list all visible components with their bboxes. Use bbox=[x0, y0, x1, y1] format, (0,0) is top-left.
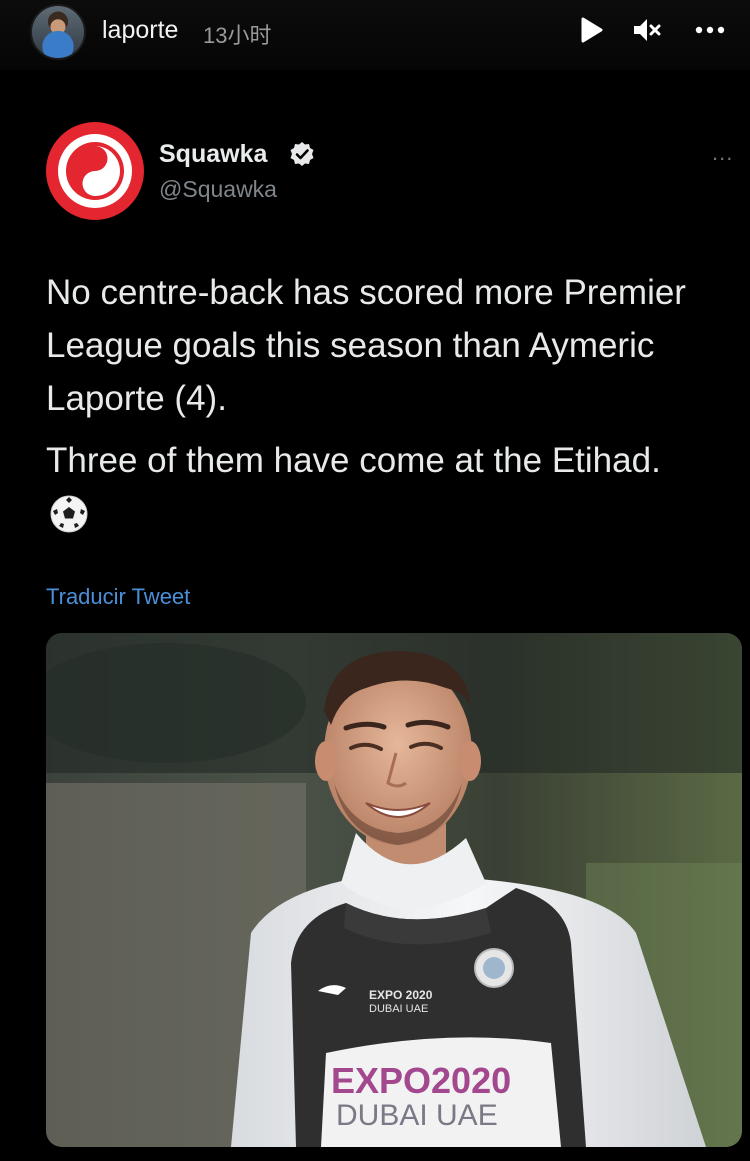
play-icon bbox=[581, 17, 603, 43]
bib-text-large-2: DUBAI UAE bbox=[336, 1099, 498, 1132]
squawka-logo-icon bbox=[46, 122, 144, 220]
squawka-logo[interactable] bbox=[46, 122, 144, 220]
tweet-author-name[interactable]: Squawka bbox=[159, 140, 267, 169]
verified-badge-icon bbox=[290, 142, 314, 166]
tweet-card: Squawka @Squawka ... No centre-back has … bbox=[0, 70, 750, 1161]
soccer-ball-icon bbox=[50, 495, 88, 533]
tweet-text-paragraph-2: Three of them have come at the Etihad. bbox=[46, 441, 661, 480]
tweet-text-paragraph-1: No centre-back has scored more Premier L… bbox=[46, 273, 686, 418]
bib-text-small-1: EXPO 2020 bbox=[369, 988, 433, 1002]
avatar[interactable] bbox=[30, 4, 86, 60]
mute-button[interactable] bbox=[630, 14, 662, 46]
tweet-more-menu[interactable]: ... bbox=[712, 142, 733, 164]
bib-text-large-1: EXPO2020 bbox=[331, 1060, 511, 1101]
instagram-story-viewer: laporte 13小时 Squawka @Squawka ... No cen… bbox=[0, 0, 750, 1161]
translate-tweet-link[interactable]: Traducir Tweet bbox=[46, 584, 190, 610]
player-photo-illustration: EXPO 2020 DUBAI UAE EXPO2020 DUBAI UAE bbox=[46, 633, 742, 1147]
tweet-author-handle[interactable]: @Squawka bbox=[159, 176, 277, 203]
story-username[interactable]: laporte bbox=[102, 16, 178, 45]
story-header: laporte 13小时 bbox=[0, 0, 750, 70]
tweet-photo[interactable]: EXPO 2020 DUBAI UAE EXPO2020 DUBAI UAE bbox=[46, 633, 742, 1147]
play-button[interactable] bbox=[574, 14, 606, 46]
mute-icon bbox=[634, 19, 661, 41]
bib-text-small-2: DUBAI UAE bbox=[369, 1003, 428, 1015]
more-options-button[interactable] bbox=[694, 14, 726, 46]
story-timestamp: 13小时 bbox=[203, 23, 272, 48]
more-icon bbox=[695, 26, 725, 34]
